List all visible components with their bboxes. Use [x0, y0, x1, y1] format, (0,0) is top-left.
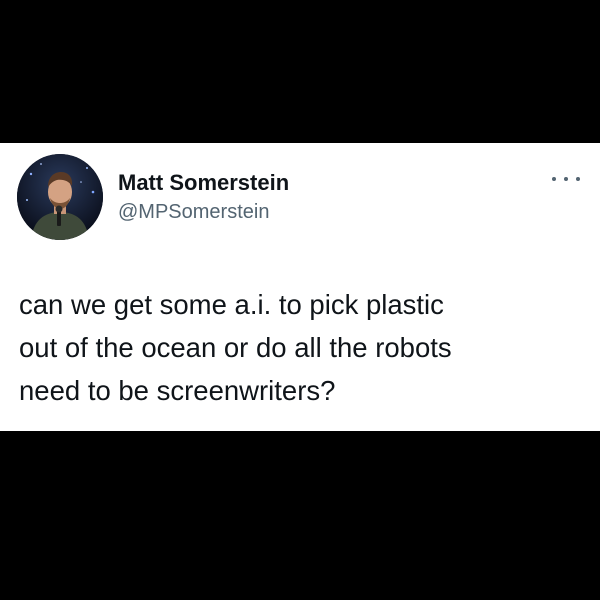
tweet-text: can we get some a.i. to pick plastic out… — [19, 283, 589, 412]
tweet-text-line: out of the ocean or do all the robots — [19, 332, 452, 363]
tweet-text-line: can we get some a.i. to pick plastic — [19, 289, 444, 320]
more-options-button[interactable] — [552, 169, 580, 189]
avatar[interactable] — [17, 154, 103, 240]
tweet-card: Matt Somerstein @MPSomerstein can we get… — [0, 143, 600, 431]
more-horizontal-icon-dot — [564, 177, 568, 181]
more-horizontal-icon — [552, 177, 556, 181]
author-handle[interactable]: @MPSomerstein — [118, 200, 269, 224]
tweet-text-line: need to be screenwriters? — [19, 375, 336, 406]
avatar-photo-icon — [17, 154, 103, 240]
more-horizontal-icon-dot — [576, 177, 580, 181]
author-name[interactable]: Matt Somerstein — [118, 170, 289, 196]
